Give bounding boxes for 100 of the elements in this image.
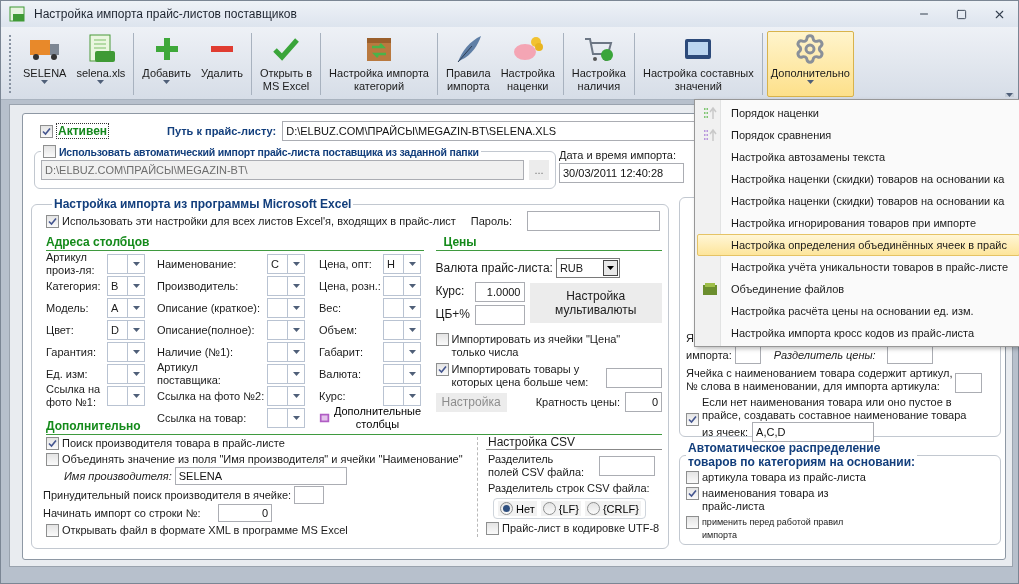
field-separator-field[interactable]: [599, 456, 655, 476]
radio-option[interactable]: Нет: [498, 501, 537, 516]
maker-field[interactable]: SELENA: [174, 467, 347, 485]
checkbox[interactable]: [686, 471, 699, 484]
radio-option[interactable]: {LF}: [540, 501, 581, 516]
toolbar-button[interactable]: Дополнительно: [766, 31, 854, 97]
column-dropdown[interactable]: B: [107, 276, 145, 296]
toolbar-button[interactable]: Настройка наценки: [496, 31, 559, 97]
menu-item[interactable]: Настройка автозамены текста: [697, 146, 1019, 168]
start-row-label: Начинать импорт со строки №:: [43, 506, 202, 520]
toolbar-button[interactable]: Настройка составных значений: [638, 31, 758, 97]
window-title: Настройка импорта прайс-листов поставщиков: [34, 7, 297, 21]
search-maker-label: Поиск производителя товара в прайс-листе: [62, 437, 285, 450]
start-row-field[interactable]: 0: [218, 504, 272, 522]
checkbox[interactable]: [486, 522, 499, 535]
min-price-label: Импортировать товары у которых цена больше чем:: [451, 363, 589, 389]
field-label: Артикул поставщика:: [157, 361, 222, 387]
column-dropdown[interactable]: [383, 276, 421, 296]
article-label: Ячейка с наименованием товара содержит артикул, № слова в наименовании, для импорта артикула:: [686, 367, 953, 393]
list-icon: [703, 128, 717, 142]
menu-item[interactable]: Настройка игнорирования товаров при импорте: [697, 212, 1019, 234]
column-dropdown[interactable]: [383, 320, 421, 340]
checkbox[interactable]: [40, 124, 53, 138]
toolbar-button[interactable]: Добавить: [138, 31, 195, 97]
field-label: Ссылка на фото №2:: [157, 389, 266, 403]
checkbox[interactable]: [46, 453, 59, 466]
caret-icon: [132, 306, 140, 310]
toolbar-button[interactable]: Открыть в MS Excel: [255, 31, 317, 97]
checkbox[interactable]: [43, 145, 56, 158]
checkbox[interactable]: [686, 516, 699, 529]
checkbox[interactable]: [435, 333, 449, 346]
multiplicity-field[interactable]: 0: [625, 392, 662, 412]
checkbox[interactable]: [46, 437, 59, 450]
column-dropdown[interactable]: [383, 364, 421, 384]
checkbox[interactable]: [435, 363, 449, 376]
column-dropdown[interactable]: C: [267, 254, 305, 274]
caret-icon: [1006, 93, 1013, 97]
column-dropdown[interactable]: [383, 342, 421, 362]
menu-item[interactable]: Объединение файлов: [697, 278, 1019, 300]
column-dropdown[interactable]: [267, 386, 305, 406]
forced-search-field[interactable]: [294, 486, 325, 504]
checkbox[interactable]: [46, 524, 59, 537]
column-dropdown[interactable]: A: [107, 298, 145, 318]
menu-item[interactable]: Настройка импорта кросс кодов из прайс-листа: [697, 322, 1019, 344]
column-dropdown[interactable]: [267, 276, 305, 296]
column-dropdown[interactable]: [107, 364, 145, 384]
column-dropdown[interactable]: [383, 386, 421, 406]
menu-item[interactable]: Порядок наценки: [697, 102, 1019, 124]
cb-field[interactable]: [474, 304, 525, 325]
min-price-field[interactable]: [606, 368, 662, 388]
forced-search-label: Принудительный поиск производителя в ячейке:: [43, 488, 292, 502]
column-dropdown[interactable]: D: [107, 320, 145, 340]
composite-name-field[interactable]: A,C,D: [752, 422, 875, 442]
caret-icon: [408, 262, 416, 266]
column-dropdown[interactable]: [383, 298, 421, 318]
caret-icon: [292, 394, 300, 398]
toolbar-button[interactable]: selena.xls: [72, 31, 130, 97]
column-dropdown[interactable]: [267, 364, 305, 384]
toolbar-button[interactable]: Правила импорта: [442, 31, 495, 97]
menu-item[interactable]: Настройка наценки (скидки) товаров на основании ка: [697, 190, 1019, 212]
menu-item[interactable]: Настройка наценки (скидки) товаров на основании ка: [697, 168, 1019, 190]
auto-import-label: Использовать автоматический импорт прайс-листа поставщика из заданной папки: [59, 145, 479, 158]
column-dropdown[interactable]: [267, 298, 305, 318]
column-dropdown[interactable]: [267, 342, 305, 362]
currency-label: Валюта прайс-листа:: [435, 261, 553, 275]
multicurrency-button[interactable]: Настройка мультивалюты: [529, 283, 662, 323]
rate-field[interactable]: 1.0000: [474, 281, 525, 302]
column-dropdown[interactable]: H: [383, 254, 421, 274]
toolbar-button[interactable]: Настройка импорта категорий: [325, 31, 433, 97]
checkbox[interactable]: [686, 487, 699, 500]
radio-option[interactable]: {CRLF}: [584, 501, 641, 516]
additional-columns-button[interactable]: Дополнительные столбцы: [319, 405, 421, 431]
column-dropdown[interactable]: [107, 342, 145, 362]
menu-item[interactable]: Настройка определения объединённых ячеек в прайс: [697, 234, 1019, 256]
menu-item[interactable]: Настройка расчёта цены на основании ед. изм.: [697, 300, 1019, 322]
toolbar-button[interactable]: SELENA: [19, 31, 71, 97]
radio-button[interactable]: [500, 502, 513, 515]
toolbar-button[interactable]: Настройка наличия: [567, 31, 630, 97]
section-title: Цены: [435, 235, 662, 251]
folder-field[interactable]: D:\ELBUZ.COM\ПРАЙСЫ\MEGAZIN-BT\: [41, 160, 524, 180]
column-dropdown[interactable]: [107, 386, 145, 406]
menu-item[interactable]: Настройка учёта уникальности товаров в прайс-листе: [697, 256, 1019, 278]
maximize-icon: [956, 8, 967, 20]
field-label: Модель:: [46, 301, 90, 315]
password-field[interactable]: [527, 211, 660, 231]
toolbar-overflow-button[interactable]: [1005, 93, 1014, 97]
browse-button[interactable]: ...: [529, 160, 549, 180]
article-field[interactable]: [955, 373, 983, 393]
caret-icon: [408, 306, 416, 310]
checkbox[interactable]: [46, 214, 59, 228]
date-field[interactable]: 30/03/2011 12:40:28: [559, 163, 684, 183]
radio-button[interactable]: [542, 502, 556, 515]
checkbox[interactable]: [686, 412, 699, 426]
radio-button[interactable]: [586, 502, 600, 515]
toolbar-button[interactable]: Удалить: [196, 31, 247, 97]
column-dropdown[interactable]: [107, 254, 145, 274]
excel-settings-title: Настройка импорта из программы Microsoft Excel: [54, 197, 352, 211]
currency-dropdown[interactable]: RUB: [555, 258, 620, 278]
column-dropdown[interactable]: [267, 320, 305, 340]
column-dropdown[interactable]: [267, 408, 305, 428]
